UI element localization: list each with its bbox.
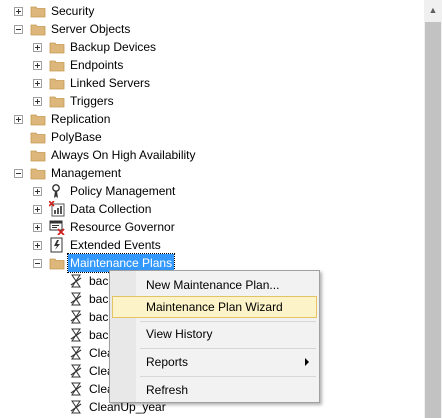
menu-item-label: Maintenance Plan Wizard xyxy=(146,300,283,314)
tree-node-extended-events[interactable]: Extended Events xyxy=(0,236,424,254)
resource-governor-icon xyxy=(49,220,65,235)
scroll-up-arrow-icon[interactable]: ▲ xyxy=(424,0,442,20)
menu-item-label: New Maintenance Plan... xyxy=(146,278,280,292)
tree-node-data-collection[interactable]: Data Collection xyxy=(0,200,424,218)
expand-icon[interactable] xyxy=(33,241,42,250)
tree-node-replication[interactable]: Replication xyxy=(0,110,424,128)
menu-item-view-history[interactable]: View History xyxy=(112,323,317,345)
folder-icon xyxy=(49,60,65,72)
vertical-scrollbar[interactable]: ▲ xyxy=(424,0,442,418)
collapse-icon[interactable] xyxy=(14,169,23,178)
menu-separator xyxy=(140,321,316,322)
menu-item-reports[interactable]: Reports xyxy=(112,351,317,373)
tree-node-label: bac xyxy=(89,328,109,342)
tree-node-endpoints[interactable]: Endpoints xyxy=(0,56,424,74)
tree-node-label: Triggers xyxy=(70,94,114,108)
tree-node-label: Linked Servers xyxy=(70,76,151,90)
menu-item-refresh[interactable]: Refresh xyxy=(112,379,317,401)
tree-node-label: bac xyxy=(89,310,109,324)
tree-node-resource-governor[interactable]: Resource Governor xyxy=(0,218,424,236)
tree-node-server-objects[interactable]: Server Objects xyxy=(0,20,424,38)
tree-node-label: bac xyxy=(89,274,109,288)
folder-icon xyxy=(49,78,65,90)
maintenance-plan-icon xyxy=(70,400,82,414)
tree-node-label: Policy Management xyxy=(70,184,176,198)
menu-item-label: Refresh xyxy=(146,383,189,397)
tree-node-label: Management xyxy=(51,166,122,180)
tree-node-label: bac xyxy=(89,292,109,306)
expand-icon[interactable] xyxy=(33,187,42,196)
tree-node-label: Resource Governor xyxy=(70,220,175,234)
folder-icon xyxy=(30,132,46,144)
maintenance-plan-icon xyxy=(70,346,82,360)
maintenance-plan-icon xyxy=(70,364,82,378)
expand-icon[interactable] xyxy=(33,205,42,214)
context-menu: New Maintenance Plan... Maintenance Plan… xyxy=(109,270,320,403)
submenu-arrow-icon xyxy=(305,358,309,366)
tree-node-label: Backup Devices xyxy=(70,40,157,54)
folder-icon xyxy=(30,24,46,36)
folder-icon xyxy=(49,96,65,108)
expand-icon[interactable] xyxy=(33,223,42,232)
menu-item-new-maintenance-plan[interactable]: New Maintenance Plan... xyxy=(112,274,317,296)
maintenance-plan-icon xyxy=(70,328,82,342)
tree-node-management[interactable]: Management xyxy=(0,164,424,182)
maintenance-plan-icon xyxy=(70,310,82,324)
menu-item-maintenance-plan-wizard[interactable]: Maintenance Plan Wizard xyxy=(112,296,317,318)
folder-icon xyxy=(30,6,46,18)
scroll-thumb[interactable] xyxy=(425,22,441,418)
expand-icon[interactable] xyxy=(14,115,23,124)
collapse-icon[interactable] xyxy=(33,259,42,268)
tree-node-security[interactable]: Security xyxy=(0,2,424,20)
expand-icon[interactable] xyxy=(33,61,42,70)
tree-node-polybase[interactable]: PolyBase xyxy=(0,128,424,146)
expand-icon[interactable] xyxy=(14,7,23,16)
policy-icon xyxy=(52,184,60,198)
folder-icon xyxy=(49,42,65,54)
tree-node-backup-devices[interactable]: Backup Devices xyxy=(0,38,424,56)
folder-icon xyxy=(49,258,65,270)
tree-node-label: Endpoints xyxy=(70,58,124,72)
collapse-icon[interactable] xyxy=(14,25,23,34)
tree-node-label: Replication xyxy=(51,112,111,126)
expand-icon[interactable] xyxy=(33,79,42,88)
menu-separator xyxy=(140,376,316,377)
menu-item-label: Reports xyxy=(146,355,189,369)
menu-item-label: View History xyxy=(146,327,213,341)
tree-node-label: Data Collection xyxy=(70,202,152,216)
maintenance-plan-icon xyxy=(70,274,82,288)
tree-node-always-on[interactable]: Always On High Availability xyxy=(0,146,424,164)
tree-node-policy-management[interactable]: Policy Management xyxy=(0,182,424,200)
tree-node-label: Always On High Availability xyxy=(51,148,196,162)
folder-icon xyxy=(30,168,46,180)
tree-node-label: Extended Events xyxy=(70,238,161,252)
tree-node-triggers[interactable]: Triggers xyxy=(0,92,424,110)
maintenance-plan-icon xyxy=(70,382,82,396)
menu-separator xyxy=(140,348,316,349)
folder-icon xyxy=(30,114,46,126)
expand-icon[interactable] xyxy=(33,97,42,106)
extended-events-icon xyxy=(50,237,63,253)
data-collection-icon xyxy=(49,201,65,217)
tree-node-linked-servers[interactable]: Linked Servers xyxy=(0,74,424,92)
maintenance-plan-icon xyxy=(70,292,82,306)
tree-node-label: Security xyxy=(51,4,95,18)
tree-node-label: Server Objects xyxy=(51,22,131,36)
expand-icon[interactable] xyxy=(33,43,42,52)
folder-icon xyxy=(30,150,46,162)
tree-node-label: PolyBase xyxy=(51,130,102,144)
